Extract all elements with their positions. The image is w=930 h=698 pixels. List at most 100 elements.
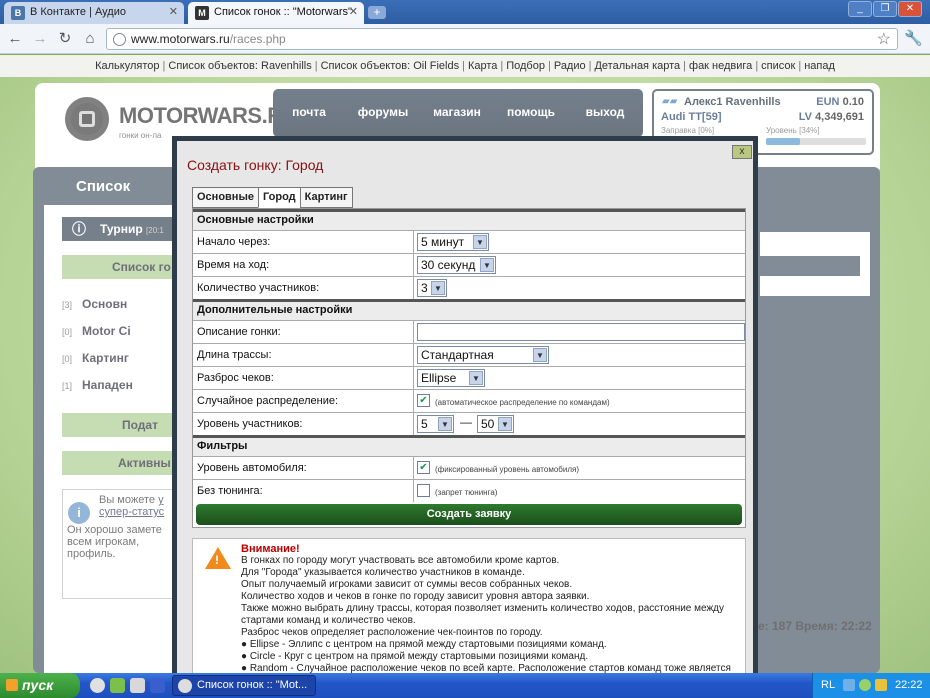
turn-select[interactable]: 30 секунд ▼ [417, 256, 496, 274]
turn-label: Время на ход: [197, 259, 270, 271]
notuning-label: Без тюнинга: [197, 485, 263, 497]
new-tab-button[interactable]: + [368, 6, 386, 19]
site-nav-link[interactable]: Калькулятор [95, 60, 159, 72]
tab-city[interactable]: Город [257, 187, 301, 208]
windows-logo-icon [6, 679, 18, 691]
site-nav-link[interactable]: Подбор [506, 60, 545, 72]
taskbar-window-item[interactable]: Список гонок :: "Mot... [172, 675, 316, 696]
spread-label: Разброс чеков: [197, 372, 274, 384]
site-nav-link[interactable]: Детальная карта [594, 60, 680, 72]
minimize-button[interactable]: _ [848, 1, 872, 17]
level-from-select[interactable]: 5 ▼ [417, 415, 454, 433]
turn-value: 30 секунд [421, 258, 476, 272]
site-nav-link[interactable]: Список объектов: Ravenhills [168, 60, 311, 72]
url-host: www.motorwars.ru [131, 32, 230, 46]
carlevel-checkbox[interactable]: ✔ [417, 461, 430, 474]
spread-select[interactable]: Ellipse ▼ [417, 369, 485, 387]
tab-basic[interactable]: Основные [192, 187, 259, 208]
quicklaunch-icon[interactable] [110, 678, 125, 693]
level-to-value: 50 [481, 417, 495, 431]
length-row: Длина трассы: Стандартная ▼ [193, 343, 745, 366]
level-label: Уровень участников: [197, 418, 303, 430]
quicklaunch-icon[interactable] [130, 678, 145, 693]
site-nav-link[interactable]: фак недвига [689, 60, 752, 72]
random-label: Случайное распределение: [197, 395, 339, 407]
carlevel-label: Уровень автомобиля: [197, 462, 307, 474]
tab-karting[interactable]: Картинг [299, 187, 353, 208]
notuning-hint: (запрет тюнинга) [435, 488, 498, 497]
start-button[interactable]: пуск [0, 673, 80, 698]
browser-tabbar: В В Контакте | Аудио ✕ M Список гонок ::… [0, 0, 930, 24]
quicklaunch-icon[interactable] [150, 678, 165, 693]
site-nav-link[interactable]: список [761, 60, 795, 72]
chrome-icon [178, 679, 192, 693]
warning-line: Разброс чеков определяет расположение че… [241, 627, 543, 638]
nav-separator: | [462, 60, 465, 72]
forward-icon[interactable]: → [30, 29, 50, 49]
tray-app-icon[interactable] [875, 679, 887, 691]
chevron-down-icon: ▼ [469, 371, 483, 385]
desc-label: Описание гонки: [197, 326, 281, 338]
site-nav-link[interactable]: напад [804, 60, 835, 72]
desc-input[interactable] [417, 323, 745, 341]
site-nav-link[interactable]: Радио [554, 60, 586, 72]
close-window-button[interactable]: ✕ [898, 1, 922, 17]
race-form: Основные настройки Начало через: 5 минут… [192, 208, 746, 528]
site-nav-link[interactable]: Список объектов: Oil Fields [321, 60, 459, 72]
reload-icon[interactable]: ↻ [55, 29, 75, 49]
random-row: Случайное распределение: ✔ (автоматическо… [193, 389, 745, 412]
clock: 22:22 [895, 679, 923, 691]
vk-icon: В [11, 6, 25, 20]
notuning-checkbox[interactable] [417, 484, 430, 497]
close-tab-icon[interactable]: ✕ [169, 5, 178, 18]
address-bar[interactable]: www.motorwars.ru/races.php ☆ [106, 28, 898, 50]
count-label: Количество участников: [197, 282, 320, 294]
dialog-tabs: Основные Город Картинг [192, 187, 353, 208]
chevron-down-icon: ▼ [473, 235, 487, 249]
tab-label: В Контакте | Аудио [30, 6, 126, 18]
level-to-select[interactable]: 50 ▼ [477, 415, 514, 433]
carlevel-hint: (фиксированный уровень автомобиля) [435, 465, 579, 474]
dialog-close-button[interactable]: x [732, 145, 752, 159]
browser-toolbar: ← → ↻ ⌂ www.motorwars.ru/races.php ☆ 🔧 [0, 24, 930, 54]
nav-separator: | [798, 60, 802, 72]
site-nav-link[interactable]: Карта [468, 60, 497, 72]
random-checkbox[interactable]: ✔ [417, 394, 430, 407]
close-tab-icon[interactable]: ✕ [349, 5, 358, 18]
level-dash: — [460, 415, 472, 429]
wrench-icon[interactable]: 🔧 [904, 29, 923, 47]
dialog-title: Создать гонку: Город [187, 157, 324, 173]
tab-motorwars[interactable]: M Список гонок :: "Motorwars" ✕ [188, 2, 364, 24]
site-top-nav: Калькулятор | Список объектов: Ravenhills |… [0, 55, 930, 77]
language-indicator[interactable]: RL [821, 679, 835, 691]
start-label: Начало через: [197, 236, 271, 248]
url-path: /races.php [229, 32, 286, 46]
back-icon[interactable]: ← [5, 29, 25, 49]
bookmark-star-icon[interactable]: ☆ [877, 29, 891, 49]
start-select[interactable]: 5 минут ▼ [417, 233, 489, 251]
warning-line: Количество ходов и чеков в гонке по горо… [241, 591, 590, 602]
create-race-dialog: Создать гонку: Город x Основные Город Карт… [172, 136, 758, 676]
nav-separator: | [314, 60, 318, 72]
count-select[interactable]: 3 ▼ [417, 279, 447, 297]
warning-line: ● Circle - Круг с центром на прямой межд… [241, 651, 589, 662]
chrome-icon[interactable] [90, 678, 105, 693]
warning-line: Также можно выбрать длину трассы, котора… [241, 603, 724, 626]
create-request-button[interactable]: Создать заявку [196, 504, 742, 525]
length-select[interactable]: Стандартная ▼ [417, 346, 549, 364]
system-tray: RL 22:22 [812, 673, 930, 698]
spread-row: Разброс чеков: Ellipse ▼ [193, 366, 745, 389]
tray-app-icon[interactable] [859, 679, 871, 691]
nav-separator: | [683, 60, 687, 72]
level-row: Уровень участников: 5 ▼ — 50 ▼ [193, 412, 745, 435]
network-icon[interactable] [843, 679, 855, 691]
level-from-value: 5 [421, 417, 428, 431]
maximize-button[interactable]: ❐ [873, 1, 897, 17]
notuning-row: Без тюнинга: (запрет тюнинга) [193, 479, 745, 502]
warning-title: Внимание! [241, 543, 300, 555]
home-icon[interactable]: ⌂ [80, 29, 100, 49]
tab-vkontakte[interactable]: В В Контакте | Аудио ✕ [4, 2, 184, 24]
globe-icon [113, 33, 126, 46]
turn-row: Время на ход: 30 секунд ▼ [193, 253, 745, 276]
motorwars-favicon-icon: M [195, 6, 209, 20]
